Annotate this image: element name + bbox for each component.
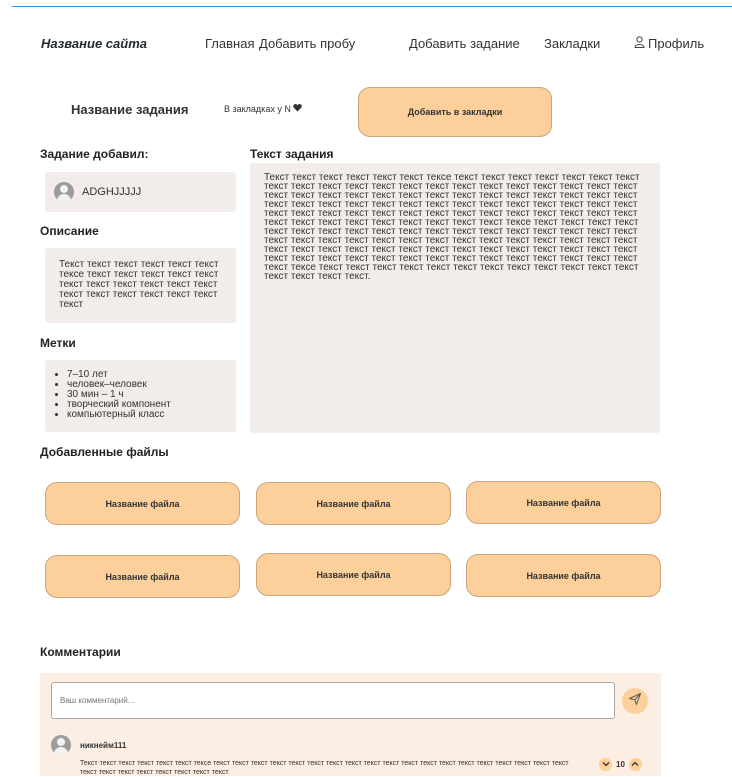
description-box: Текст текст текст текст текст текст текс… [45, 248, 236, 323]
top-divider [12, 6, 732, 7]
vote-control: 10 [599, 758, 642, 771]
downvote-button[interactable] [599, 758, 612, 771]
file-button[interactable]: Название файла [466, 481, 661, 524]
author-heading: Задание добавил: [40, 147, 149, 161]
nav-add-test[interactable]: Добавить пробу [259, 36, 355, 51]
task-text-box: Текст текст текст текст текст текст текс… [250, 163, 660, 433]
files-heading: Добавленные файлы [40, 445, 169, 459]
comments-panel: никнейм111 Текст текст текст текст текст… [40, 673, 661, 776]
vote-count: 10 [616, 760, 625, 769]
comment-text: Текст текст текст текст текст текст текс… [80, 760, 569, 776]
tags-list: 7–10 лет человек–человек 30 мин – 1 ч тв… [57, 370, 228, 420]
author-card: ADGHJJJJJ [45, 172, 236, 212]
comment-nickname[interactable]: никнейм111 [80, 741, 126, 750]
nav-home[interactable]: Главная [205, 36, 254, 51]
nav-profile[interactable]: Профиль [634, 36, 704, 51]
task-title: Название задания [71, 102, 189, 117]
nav-bookmarks[interactable]: Закладки [544, 36, 600, 51]
user-icon [634, 36, 645, 51]
comments-heading: Комментарии [40, 645, 121, 659]
tags-heading: Метки [40, 336, 76, 350]
send-button[interactable] [622, 688, 648, 714]
chevron-down-icon [602, 760, 610, 769]
bookmark-count: В закладках у N [224, 104, 302, 114]
description-heading: Описание [40, 224, 99, 238]
file-button[interactable]: Название файла [256, 482, 451, 525]
send-icon [628, 692, 642, 711]
bookmark-count-label: В закладках у N [224, 104, 291, 114]
nav-add-task[interactable]: Добавить задание [409, 36, 520, 51]
tags-box: 7–10 лет человек–человек 30 мин – 1 ч тв… [45, 360, 236, 432]
task-text: Текст текст текст текст текст текст текс… [264, 172, 640, 282]
heart-icon [293, 104, 302, 114]
nav-profile-label: Профиль [648, 36, 705, 51]
comment-input[interactable] [51, 682, 615, 719]
tag-item: компьютерный класс [67, 410, 228, 420]
file-button[interactable]: Название файла [45, 482, 240, 525]
task-text-heading: Текст задания [250, 147, 334, 161]
file-button[interactable]: Название файла [45, 555, 240, 598]
site-title[interactable]: Название сайта [41, 36, 147, 51]
avatar [51, 735, 71, 755]
file-button[interactable]: Название файла [256, 553, 451, 596]
avatar [54, 182, 74, 202]
description-text: Текст текст текст текст текст текст текс… [59, 259, 219, 310]
comment-item [51, 735, 71, 755]
chevron-up-icon [631, 760, 639, 769]
add-bookmark-button[interactable]: Добавить в закладки [358, 87, 552, 137]
file-button[interactable]: Название файла [466, 554, 661, 597]
author-name[interactable]: ADGHJJJJJ [82, 186, 141, 198]
upvote-button[interactable] [628, 758, 642, 771]
